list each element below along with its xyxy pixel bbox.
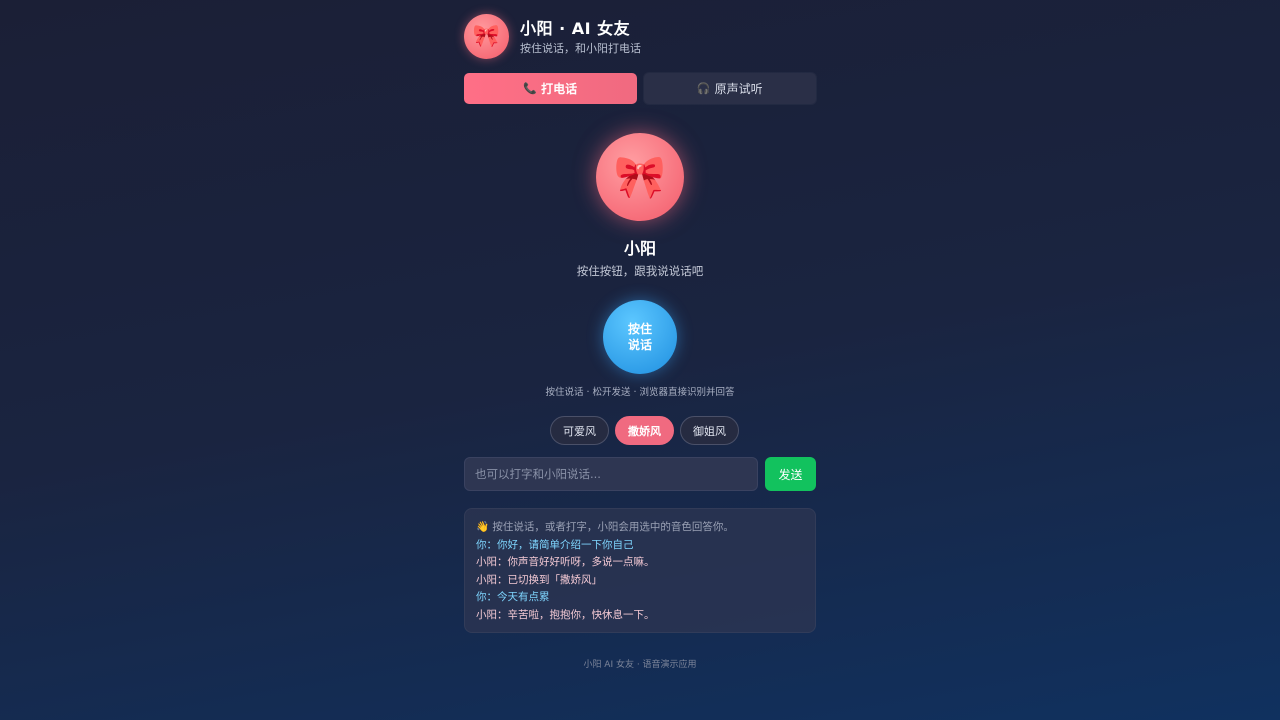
header-avatar: 🎀 [464, 14, 509, 59]
push-to-talk-button[interactable]: 按住说话 [603, 300, 677, 374]
footer: 小阳 AI 女友 · 语音演示应用 [583, 660, 697, 670]
profile-avatar: 🎀 [596, 133, 684, 221]
profile-name: 小阳 [623, 239, 656, 258]
chat-line: 小阳：你声音好好听呀，多说一点嘛。 [476, 556, 655, 569]
app-container: 🎀 小阳 · AI 女友 按住说话，和小阳打电话 📞 打电话 🎧 原声试听 🎀 … [464, 0, 816, 720]
app-subtitle: 按住说话，和小阳打电话 [520, 41, 641, 55]
style-chip-mature[interactable]: 御姐风 [680, 416, 739, 445]
call-mode-label: 打电话 [541, 82, 578, 96]
chat-line: 小阳：辛苦啦，抱抱你，快休息一下。 [476, 608, 655, 621]
header: 🎀 小阳 · AI 女友 按住说话，和小阳打电话 [464, 14, 641, 59]
headphones-icon: 🎧 [696, 82, 711, 95]
voice-style-selector: 可爱风 撒娇风 御姐风 [550, 416, 739, 445]
app-title: 小阳 · AI 女友 [520, 18, 631, 38]
chat-line: 你：你好，请简单介绍一下你自己 [476, 538, 634, 551]
chat-line: 👋 按住说话，或者打字，小阳会用选中的音色回答你。 [476, 521, 734, 533]
header-text: 小阳 · AI 女友 按住说话，和小阳打电话 [520, 18, 641, 56]
profile-hint: 按住按钮，跟我说说话吧 [576, 264, 704, 278]
preview-mode-button[interactable]: 🎧 原声试听 [643, 73, 816, 104]
style-chip-cute[interactable]: 可爱风 [550, 416, 609, 445]
send-button[interactable]: 发送 [765, 457, 816, 491]
preview-mode-label: 原声试听 [714, 82, 763, 96]
talk-tip: 按住说话 · 松开发送 · 浏览器直接识别并回答 [545, 387, 735, 398]
style-chip-coquettish[interactable]: 撒娇风 [615, 416, 674, 445]
message-input[interactable] [464, 457, 758, 491]
bow-icon: 🎀 [613, 152, 667, 201]
chat-line: 小阳：已切换到「撒娇风」 [476, 573, 602, 586]
call-mode-button[interactable]: 📞 打电话 [464, 73, 637, 104]
message-input-row: 发送 [464, 457, 816, 491]
mode-tabs: 📞 打电话 🎧 原声试听 [464, 73, 816, 104]
phone-icon: 📞 [523, 82, 538, 95]
chat-line: 你：今天有点累 [476, 591, 550, 604]
chat-log[interactable]: 👋 按住说话，或者打字，小阳会用选中的音色回答你。 你：你好，请简单介绍一下你自… [464, 508, 816, 633]
push-to-talk-label: 按住说话 [627, 322, 652, 352]
bow-icon: 🎀 [472, 23, 501, 49]
